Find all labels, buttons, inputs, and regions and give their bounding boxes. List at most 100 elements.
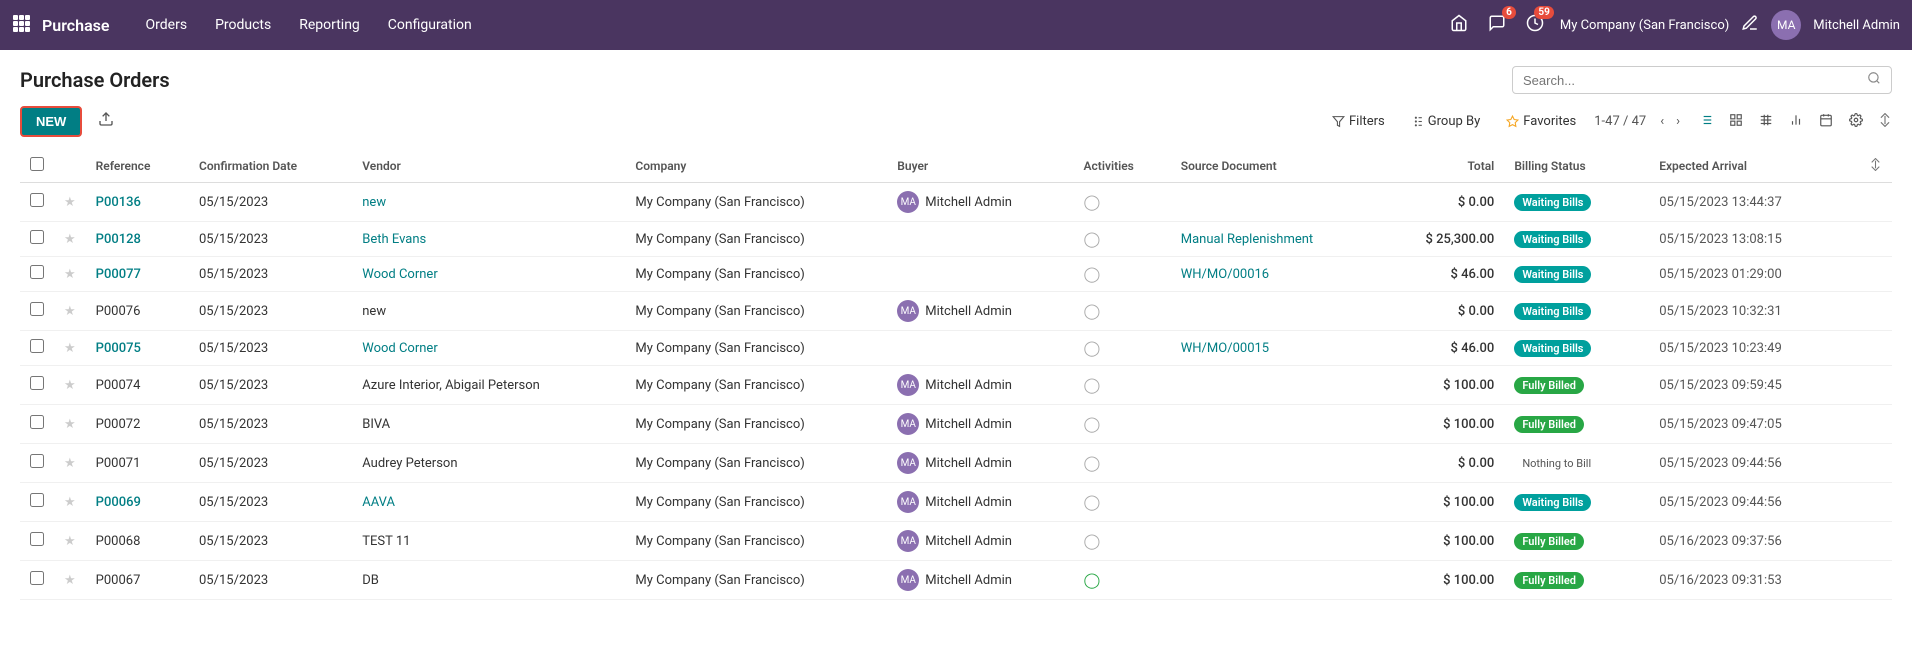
avatar[interactable]: MA [1771,10,1801,40]
favorite-star[interactable]: ★ [64,573,76,588]
activity-clock-icon[interactable]: ◯ [1084,193,1101,211]
favorite-star[interactable]: ★ [64,534,76,549]
favorite-star[interactable]: ★ [64,417,76,432]
settings-cog-button[interactable] [1844,110,1868,134]
order-reference[interactable]: P00071 [96,456,141,471]
confirmation-date: 05/15/2023 [189,222,352,257]
vendor-name: DB [362,573,379,588]
app-name[interactable]: Purchase [42,16,110,35]
activity-clock-icon[interactable]: ◯ [1084,493,1101,511]
activity-clock-icon[interactable]: ◯ [1084,376,1101,394]
menu-configuration[interactable]: Configuration [376,11,484,39]
chat-icon-btn[interactable]: 6 [1484,10,1510,40]
kanban-view-button[interactable] [1724,110,1748,134]
menu-reporting[interactable]: Reporting [287,11,372,39]
favorite-star[interactable]: ★ [64,232,76,247]
group-by-button[interactable]: Group By [1403,110,1489,133]
order-reference[interactable]: P00076 [96,304,141,319]
vendor-name[interactable]: Wood Corner [362,341,437,356]
row-checkbox[interactable] [30,339,44,353]
activities-cell[interactable]: ◯ [1074,561,1171,600]
activities-cell[interactable]: ◯ [1074,257,1171,292]
row-checkbox[interactable] [30,302,44,316]
activity-clock-icon[interactable]: ◯ [1084,415,1101,433]
activities-cell[interactable]: ◯ [1074,366,1171,405]
activities-cell[interactable]: ◯ [1074,222,1171,257]
favorite-star[interactable]: ★ [64,267,76,282]
next-page-button[interactable]: › [1672,112,1684,131]
order-reference[interactable]: P00068 [96,534,141,549]
new-button[interactable]: NEW [20,106,82,137]
favorite-star[interactable]: ★ [64,378,76,393]
grid-menu-icon[interactable] [12,14,30,36]
menu-orders[interactable]: Orders [134,11,200,39]
order-reference[interactable]: P00069 [96,495,141,510]
company-name[interactable]: My Company (San Francisco) [1560,18,1729,33]
order-reference[interactable]: P00128 [96,232,141,247]
order-reference[interactable]: P00136 [96,195,141,210]
activity-clock-icon[interactable]: ◯ [1084,265,1101,283]
vendor-name[interactable]: AAVA [362,495,395,510]
vendor-name[interactable]: Wood Corner [362,267,437,282]
row-checkbox[interactable] [30,230,44,244]
order-reference[interactable]: P00077 [96,267,141,282]
favorite-star[interactable]: ★ [64,456,76,471]
favorite-star[interactable]: ★ [64,304,76,319]
row-checkbox[interactable] [30,532,44,546]
vendor-name[interactable]: Beth Evans [362,232,426,247]
activities-cell[interactable]: ◯ [1074,483,1171,522]
buyer-avatar: MA [897,374,919,396]
table-row: ★P0007105/15/2023Audrey PetersonMy Compa… [20,444,1892,483]
activities-cell[interactable]: ◯ [1074,331,1171,366]
search-input[interactable] [1523,73,1867,88]
source-document[interactable]: WH/MO/00016 [1181,267,1269,282]
order-reference[interactable]: P00074 [96,378,141,393]
filters-button[interactable]: Filters [1324,110,1393,133]
row-checkbox[interactable] [30,193,44,207]
favorite-star[interactable]: ★ [64,341,76,356]
grid-view-button[interactable] [1754,110,1778,134]
favorite-star[interactable]: ★ [64,495,76,510]
order-reference[interactable]: P00075 [96,341,141,356]
order-reference[interactable]: P00072 [96,417,141,432]
upload-button[interactable] [90,107,122,136]
calendar-view-button[interactable] [1814,110,1838,134]
chart-view-button[interactable] [1784,110,1808,134]
activities-cell[interactable]: ◯ [1074,405,1171,444]
activity-clock-icon[interactable]: ◯ [1084,532,1101,550]
username[interactable]: Mitchell Admin [1813,18,1900,33]
activity-clock-icon[interactable]: ◯ [1084,454,1101,472]
vendor-name[interactable]: new [362,195,386,210]
source-document[interactable]: Manual Replenishment [1181,232,1313,247]
activity-icon-btn[interactable]: 59 [1522,10,1548,40]
list-view-button[interactable] [1694,110,1718,134]
select-all-checkbox[interactable] [30,157,44,171]
activity-clock-icon[interactable]: ◯ [1084,571,1101,589]
row-checkbox[interactable] [30,493,44,507]
settings-icon[interactable] [1741,14,1759,36]
col-settings-icon[interactable] [1869,160,1882,174]
row-checkbox[interactable] [30,265,44,279]
activities-cell[interactable]: ◯ [1074,522,1171,561]
favorites-button[interactable]: Favorites [1498,110,1584,133]
activity-clock-icon[interactable]: ◯ [1084,230,1101,248]
row-checkbox[interactable] [30,454,44,468]
row-checkbox[interactable] [30,415,44,429]
search-icon[interactable] [1867,71,1881,89]
prev-page-button[interactable]: ‹ [1656,112,1668,131]
activity-clock-icon[interactable]: ◯ [1084,302,1101,320]
activities-cell[interactable]: ◯ [1074,292,1171,331]
buyer-label: Mitchell Admin [925,573,1012,588]
home-icon-btn[interactable] [1446,10,1472,40]
row-checkbox[interactable] [30,571,44,585]
order-reference[interactable]: P00067 [96,573,141,588]
activity-clock-icon[interactable]: ◯ [1084,339,1101,357]
column-adjust-icon[interactable] [1878,113,1892,131]
source-document[interactable]: WH/MO/00015 [1181,341,1269,356]
activities-cell[interactable]: ◯ [1074,183,1171,222]
menu-products[interactable]: Products [203,11,283,39]
table-row: ★P0012805/15/2023Beth EvansMy Company (S… [20,222,1892,257]
favorite-star[interactable]: ★ [64,195,76,210]
activities-cell[interactable]: ◯ [1074,444,1171,483]
row-checkbox[interactable] [30,376,44,390]
